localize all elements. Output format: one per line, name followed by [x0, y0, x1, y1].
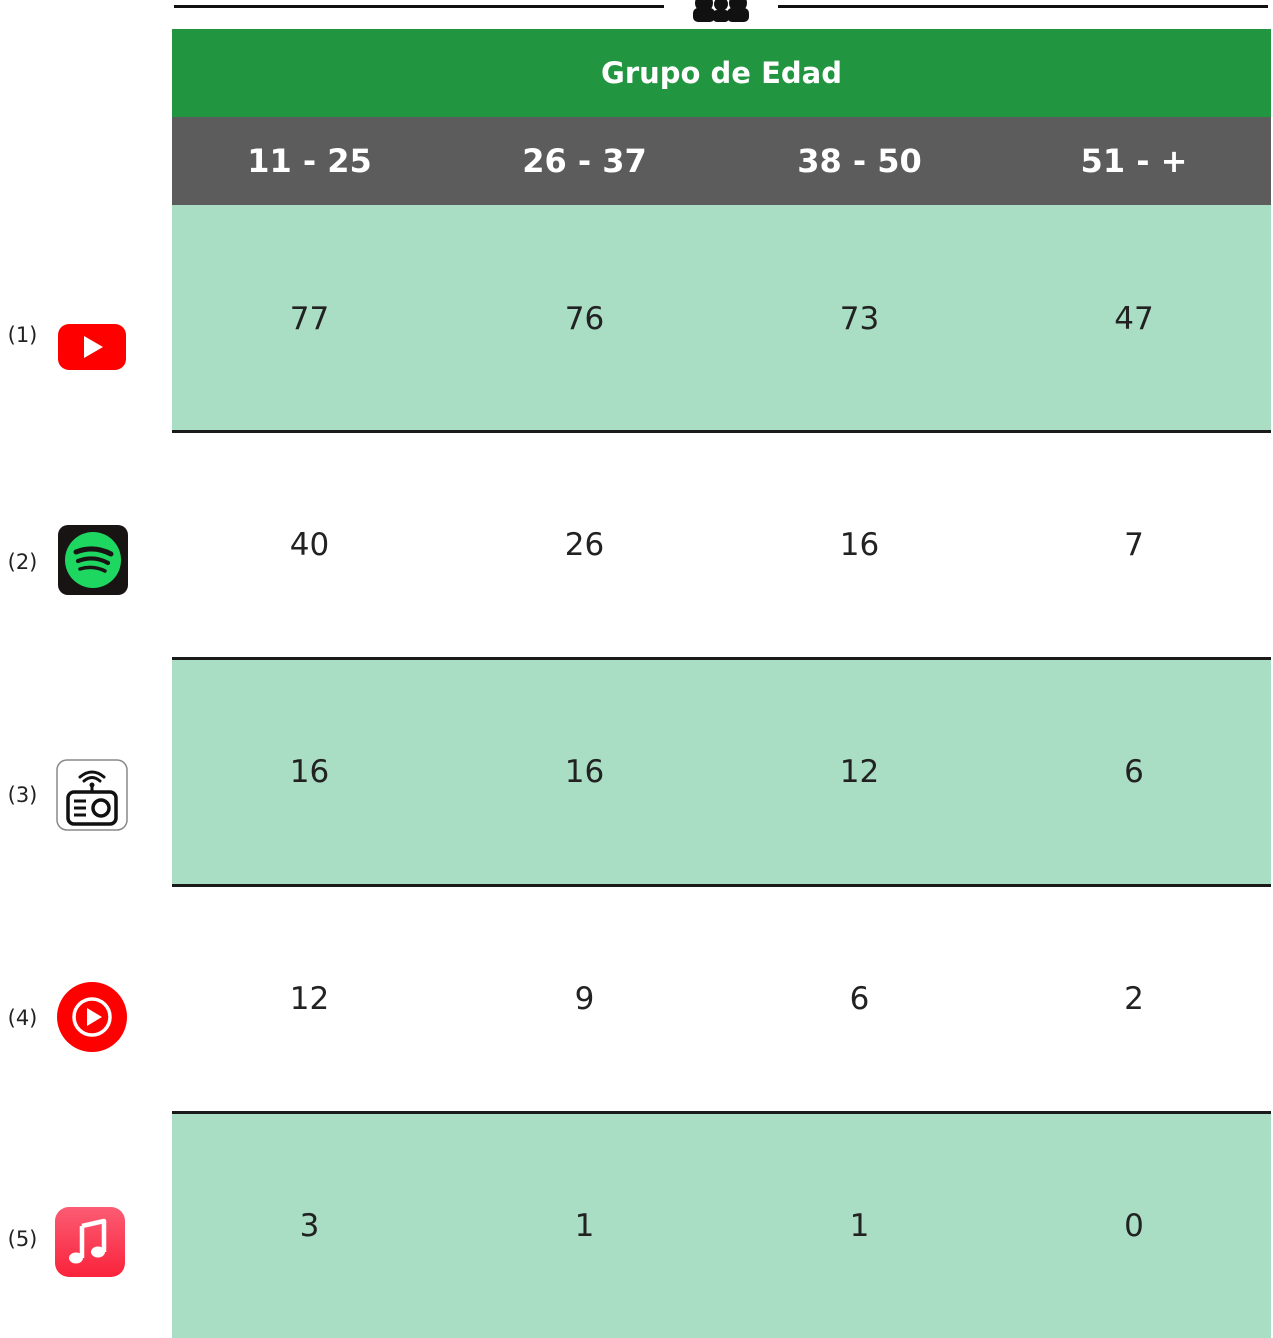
- column-header-row: 11 - 25 26 - 37 38 - 50 51 - +: [172, 117, 1271, 205]
- age-group-table: Grupo de Edad 11 - 25 26 - 37 38 - 50 51…: [0, 0, 1273, 1338]
- row-label: (5): [7, 1227, 38, 1251]
- table-cell: 1: [849, 1208, 870, 1244]
- table-row: 12 9 6 2: [172, 887, 1271, 1114]
- table-cell: 9: [574, 981, 595, 1017]
- table-cell: 12: [289, 981, 330, 1017]
- top-divider-right: [778, 5, 1268, 8]
- table-cell: 47: [1114, 301, 1154, 337]
- top-divider-left: [174, 5, 664, 8]
- people-icon: [693, 0, 749, 22]
- table-cell: 76: [564, 301, 605, 337]
- table-row: 77 76 73 47: [172, 205, 1271, 433]
- spotify-icon: [58, 525, 128, 595]
- column-header: 38 - 50: [797, 142, 922, 180]
- radio-icon: [56, 759, 128, 831]
- table-cell: 26: [564, 527, 605, 563]
- column-header: 11 - 25: [247, 142, 372, 180]
- table-cell: 2: [1124, 981, 1144, 1017]
- table-cell: 16: [564, 754, 605, 790]
- table-cell: 77: [289, 301, 330, 337]
- table-row: 3 1 1 0: [172, 1114, 1271, 1338]
- group-header: Grupo de Edad: [172, 29, 1271, 117]
- table-cell: 40: [289, 527, 330, 563]
- table-cell: 6: [1124, 754, 1144, 790]
- column-header: 26 - 37: [522, 142, 647, 180]
- table-cell: 16: [839, 527, 880, 563]
- table-cell: 73: [839, 301, 880, 337]
- table-row: 16 16 12 6: [172, 660, 1271, 887]
- row-label: (4): [7, 1006, 38, 1030]
- table-title: Grupo de Edad: [601, 56, 842, 90]
- table-cell: 0: [1124, 1208, 1144, 1244]
- youtube-icon: [58, 324, 126, 370]
- table-cell: 1: [574, 1208, 595, 1244]
- row-label: (1): [7, 323, 38, 347]
- table-cell: 6: [849, 981, 870, 1017]
- table-cell: 3: [299, 1208, 320, 1244]
- apple-music-icon: [55, 1207, 125, 1277]
- table-cell: 16: [289, 754, 330, 790]
- table-cell: 7: [1124, 527, 1144, 563]
- table-row: 40 26 16 7: [172, 433, 1271, 660]
- row-label: (2): [7, 550, 38, 574]
- table-cell: 12: [839, 754, 880, 790]
- youtube-music-icon: [57, 982, 127, 1052]
- row-label: (3): [7, 783, 38, 807]
- column-header: 51 - +: [1080, 142, 1188, 180]
